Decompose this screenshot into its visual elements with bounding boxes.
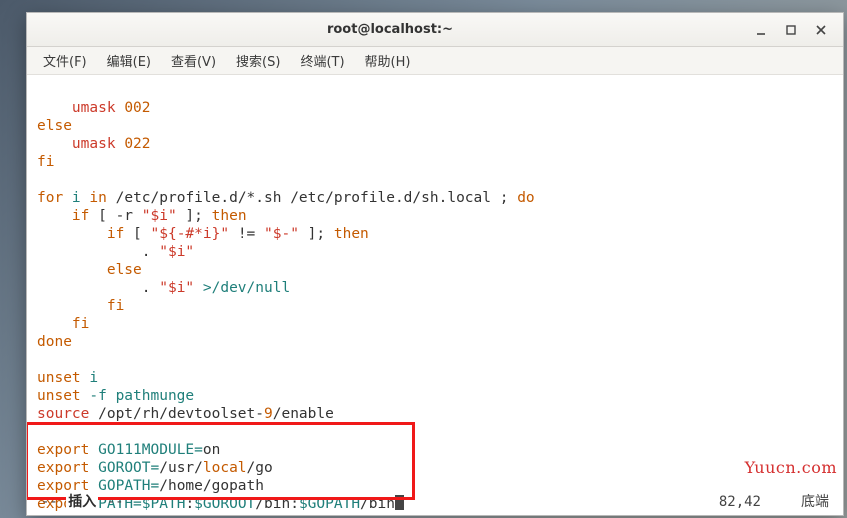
menu-view[interactable]: 查看(V) (161, 48, 226, 73)
code-line: else (37, 118, 72, 134)
minimize-button[interactable] (747, 19, 775, 41)
maximize-icon (785, 24, 797, 36)
code-line: fi (37, 154, 54, 170)
menubar: 文件(F) 编辑(E) 查看(V) 搜索(S) 终端(T) 帮助(H) (27, 47, 843, 75)
code-line: . "$i" >/dev/null (37, 280, 290, 296)
vim-statusbar: -- 插入 -- 82,42 底端 (27, 493, 843, 515)
menu-search[interactable]: 搜索(S) (226, 48, 290, 73)
menu-edit[interactable]: 编辑(E) (97, 48, 161, 73)
terminal-content[interactable]: umask 002 else umask 022 fi for i in /et… (27, 75, 843, 515)
code-line: else (37, 262, 142, 278)
minimize-icon (755, 24, 767, 36)
code-line: if [ -r "$i" ]; then (37, 208, 247, 224)
mode-label: 插入 (66, 494, 98, 510)
scroll-position: 底端 (801, 493, 829, 511)
watermark: Yuucn.com (745, 459, 837, 477)
code-area: umask 002 else umask 022 fi for i in /et… (37, 81, 535, 513)
maximize-button[interactable] (777, 19, 805, 41)
close-button[interactable] (807, 19, 835, 41)
close-icon (815, 24, 827, 36)
code-line: source /opt/rh/devtoolset-9/enable (37, 406, 334, 422)
code-line: . "$i" (37, 244, 194, 260)
status-right: 82,42 底端 (719, 493, 829, 511)
window-title: root@localhost:~ (35, 22, 745, 37)
code-line: export GOPATH=/home/gopath (37, 478, 264, 494)
code-line: fi (37, 316, 89, 332)
code-line: unset i (37, 370, 98, 386)
menu-terminal[interactable]: 终端(T) (290, 48, 354, 73)
code-line: umask 022 (37, 136, 151, 152)
code-line: export GO111MODULE=on (37, 442, 220, 458)
code-line: done (37, 334, 72, 350)
code-line: if [ "${-#*i}" != "$-" ]; then (37, 226, 369, 242)
code-line: umask 002 (37, 100, 151, 116)
code-line: for i in /etc/profile.d/*.sh /etc/profil… (37, 190, 535, 206)
menu-help[interactable]: 帮助(H) (355, 48, 421, 73)
titlebar[interactable]: root@localhost:~ (27, 13, 843, 47)
desktop: root@localhost:~ 文件(F) 编辑(E) 查看(V) 搜索(S)… (0, 0, 847, 518)
terminal-window: root@localhost:~ 文件(F) 编辑(E) 查看(V) 搜索(S)… (26, 12, 844, 516)
status-left: -- 插入 -- (41, 493, 124, 511)
cursor-position: 82,42 (719, 493, 761, 511)
code-line: fi (37, 298, 124, 314)
code-line: unset -f pathmunge (37, 388, 194, 404)
menu-file[interactable]: 文件(F) (33, 48, 97, 73)
code-line: export GOROOT=/usr/local/go (37, 460, 273, 476)
